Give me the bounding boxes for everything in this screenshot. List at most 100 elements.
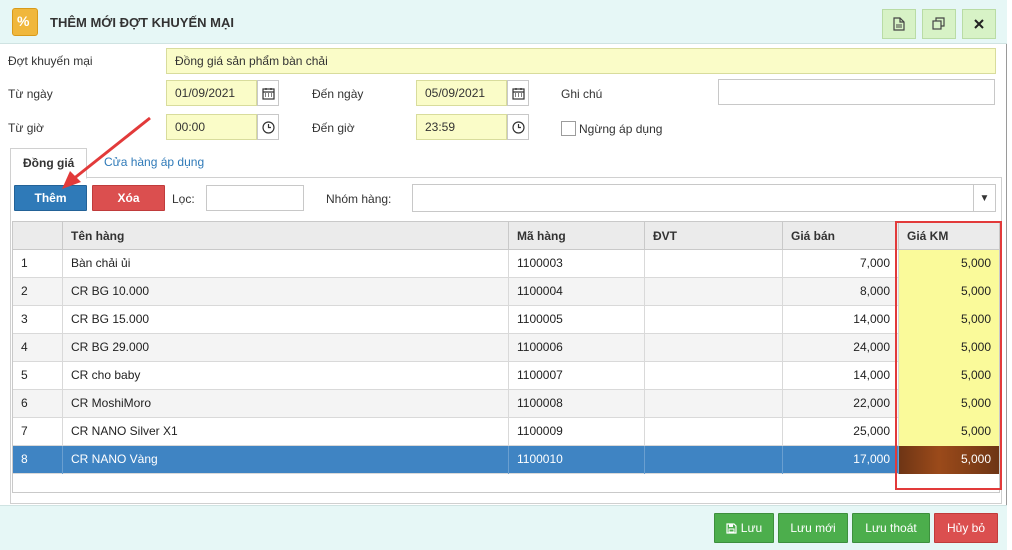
- product-name-cell: CR cho baby: [63, 362, 509, 390]
- grid-header: Tên hàng Mã hàng ĐVT Giá bán Giá KM: [13, 222, 999, 250]
- to-time-label: Đến giờ: [312, 121, 355, 135]
- sale-price-cell: 22,000: [783, 390, 899, 418]
- tab-cua-hang-ap-dung[interactable]: Cửa hàng áp dụng: [92, 148, 216, 179]
- to-time-input[interactable]: 23:59: [416, 114, 507, 140]
- product-unit-cell: [645, 306, 783, 334]
- product-code-cell: 1100010: [509, 446, 645, 474]
- product-unit-cell: [645, 418, 783, 446]
- col-header-code[interactable]: Mã hàng: [509, 222, 645, 250]
- product-unit-cell: [645, 250, 783, 278]
- stop-apply-checkbox[interactable]: [561, 121, 576, 136]
- row-number-cell: 5: [13, 362, 63, 390]
- col-header-unit[interactable]: ĐVT: [645, 222, 783, 250]
- clock-icon: [261, 120, 275, 134]
- tab-dong-gia[interactable]: Đồng giá: [10, 148, 88, 179]
- product-code-cell: 1100005: [509, 306, 645, 334]
- save-new-button[interactable]: Lưu mới: [778, 513, 848, 543]
- row-number-cell: 2: [13, 278, 63, 306]
- filter-input[interactable]: [206, 185, 304, 211]
- sale-price-cell: 24,000: [783, 334, 899, 362]
- save-exit-button[interactable]: Lưu thoát: [852, 513, 930, 543]
- product-name-cell: CR NANO Silver X1: [63, 418, 509, 446]
- promo-price-cell[interactable]: 5,000: [899, 250, 999, 278]
- campaign-label: Đợt khuyến mại: [8, 54, 93, 68]
- sale-price-cell: 17,000: [783, 446, 899, 474]
- promo-price-cell[interactable]: 5,000: [899, 446, 999, 474]
- promo-price-cell[interactable]: 5,000: [899, 334, 999, 362]
- floppy-disk-icon: [726, 522, 737, 534]
- note-input[interactable]: [718, 79, 995, 105]
- to-date-input[interactable]: 05/09/2021: [416, 80, 507, 106]
- product-unit-cell: [645, 334, 783, 362]
- from-time-input[interactable]: 00:00: [166, 114, 257, 140]
- filter-label: Lọc:: [172, 192, 195, 206]
- sale-price-cell: 25,000: [783, 418, 899, 446]
- product-code-cell: 1100008: [509, 390, 645, 418]
- delete-button[interactable]: Xóa: [92, 185, 165, 211]
- table-row[interactable]: 8 CR NANO Vàng 1100010 17,000 5,000: [13, 446, 999, 474]
- table-row[interactable]: 3 CR BG 15.000 1100005 14,000 5,000: [13, 306, 999, 334]
- row-number-cell: 1: [13, 250, 63, 278]
- window-title: THÊM MỚI ĐỢT KHUYẾN MẠI: [50, 15, 234, 30]
- from-date-picker-button[interactable]: [257, 80, 279, 106]
- promo-price-cell[interactable]: 5,000: [899, 362, 999, 390]
- table-row[interactable]: 1 Bàn chải ủi 1100003 7,000 5,000: [13, 250, 999, 278]
- product-unit-cell: [645, 446, 783, 474]
- table-row[interactable]: 6 CR MoshiMoro 1100008 22,000 5,000: [13, 390, 999, 418]
- save-button-label: Lưu: [740, 521, 763, 535]
- cancel-button[interactable]: Hủy bỏ: [934, 513, 998, 543]
- promo-price-cell[interactable]: 5,000: [899, 306, 999, 334]
- to-time-picker-button[interactable]: [507, 114, 529, 140]
- close-button[interactable]: [962, 9, 996, 39]
- product-name-cell: Bàn chải ủi: [63, 250, 509, 278]
- tab-bar: Đồng giá Cửa hàng áp dụng: [10, 148, 1002, 179]
- dropdown-arrow-icon[interactable]: ▼: [973, 185, 995, 211]
- group-label: Nhóm hàng:: [326, 192, 392, 206]
- save-button[interactable]: Lưu: [714, 513, 774, 543]
- table-row[interactable]: 5 CR cho baby 1100007 14,000 5,000: [13, 362, 999, 390]
- add-button[interactable]: Thêm: [14, 185, 87, 211]
- to-date-label: Đến ngày: [312, 87, 364, 101]
- product-code-cell: 1100009: [509, 418, 645, 446]
- product-name-cell: CR MoshiMoro: [63, 390, 509, 418]
- from-date-input[interactable]: 01/09/2021: [166, 80, 257, 106]
- row-number-cell: 4: [13, 334, 63, 362]
- close-icon: [974, 19, 984, 29]
- product-name-cell: CR BG 29.000: [63, 334, 509, 362]
- table-row[interactable]: 7 CR NANO Silver X1 1100009 25,000 5,000: [13, 418, 999, 446]
- note-label: Ghi chú: [561, 87, 603, 101]
- table-row[interactable]: 2 CR BG 10.000 1100004 8,000 5,000: [13, 278, 999, 306]
- table-row[interactable]: 4 CR BG 29.000 1100006 24,000 5,000: [13, 334, 999, 362]
- promo-price-cell[interactable]: 5,000: [899, 418, 999, 446]
- row-number-cell: 8: [13, 446, 63, 474]
- product-code-cell: 1100006: [509, 334, 645, 362]
- document-icon: [893, 17, 905, 31]
- col-header-promo-price[interactable]: Giá KM: [899, 222, 999, 250]
- promo-price-cell[interactable]: 5,000: [899, 278, 999, 306]
- from-time-label: Từ giờ: [8, 121, 44, 135]
- restore-button[interactable]: [922, 9, 956, 39]
- footer-bar: Lưu Lưu mới Lưu thoát Hủy bỏ: [0, 505, 1007, 550]
- col-header-name[interactable]: Tên hàng: [63, 222, 509, 250]
- from-time-picker-button[interactable]: [257, 114, 279, 140]
- product-grid: Tên hàng Mã hàng ĐVT Giá bán Giá KM 1 Bàn…: [12, 221, 1000, 493]
- group-select[interactable]: ▼: [412, 184, 996, 212]
- promo-price-cell[interactable]: 5,000: [899, 390, 999, 418]
- from-date-label: Từ ngày: [8, 87, 53, 101]
- restore-window-icon: [932, 17, 945, 30]
- product-unit-cell: [645, 362, 783, 390]
- col-header-price[interactable]: Giá bán: [783, 222, 899, 250]
- product-code-cell: 1100007: [509, 362, 645, 390]
- sale-price-cell: 8,000: [783, 278, 899, 306]
- title-bar: % THÊM MỚI ĐỢT KHUYẾN MẠI: [0, 0, 1007, 44]
- document-button[interactable]: [882, 9, 916, 39]
- row-number-cell: 3: [13, 306, 63, 334]
- product-name-cell: CR BG 10.000: [63, 278, 509, 306]
- stop-apply-label: Ngừng áp dụng: [579, 122, 663, 136]
- product-code-cell: 1100004: [509, 278, 645, 306]
- product-unit-cell: [645, 390, 783, 418]
- promotion-logo-icon: %: [12, 8, 38, 36]
- to-date-picker-button[interactable]: [507, 80, 529, 106]
- row-number-cell: 7: [13, 418, 63, 446]
- campaign-input[interactable]: Đồng giá sản phẩm bàn chải: [166, 48, 996, 74]
